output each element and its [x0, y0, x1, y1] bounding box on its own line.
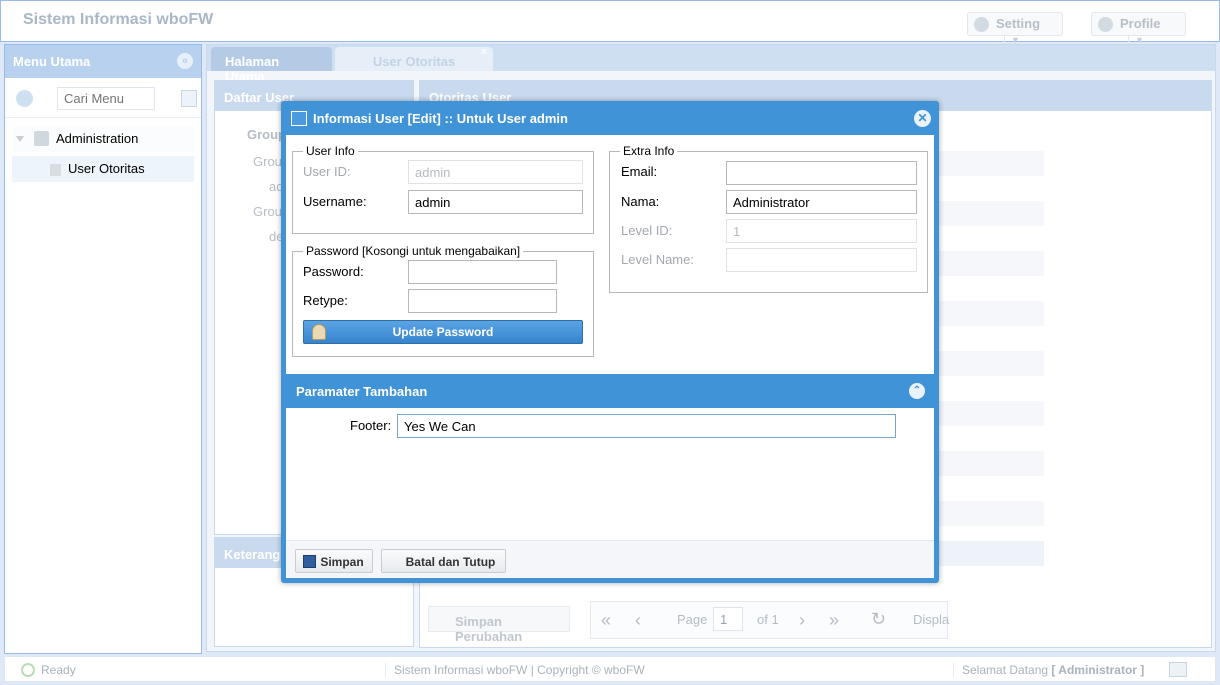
status-ready: Ready [41, 663, 76, 677]
tree-group-item[interactable]: Grou [253, 204, 282, 219]
tree-item-label: User Otoritas [68, 161, 145, 176]
last-page-icon[interactable]: » [829, 610, 839, 631]
gear-icon [974, 17, 989, 32]
dialog-button-bar: Simpan Batal dan Tutup [286, 540, 934, 578]
user-id-field: admin [408, 160, 583, 184]
username-label: Username: [303, 194, 367, 209]
expand-triangle-icon[interactable] [16, 136, 24, 142]
first-page-icon[interactable]: « [601, 610, 611, 631]
welcome-user: [ Administrator ] [1051, 663, 1145, 677]
edit-user-dialog: Informasi User [Edit] :: Untuk User admi… [281, 101, 939, 583]
username-field[interactable]: admin [408, 190, 583, 214]
collapse-icon[interactable]: « [177, 53, 193, 69]
user-key-icon [312, 324, 326, 340]
welcome-prefix: Selamat Datang [962, 663, 1049, 677]
tab-label: User Otoritas [372, 54, 456, 69]
prev-page-icon[interactable]: ‹ [635, 610, 641, 631]
status-bar: Ready Sistem Informasi wboFW | Copyright… [4, 656, 1216, 682]
tab-bar: Halaman Utama User Otoritas × [207, 45, 1215, 84]
fieldset-legend: User Info [306, 144, 355, 158]
retype-password-field[interactable] [408, 289, 557, 313]
copyright-text: Sistem Informasi wboFW | Copyright © wbo… [385, 663, 645, 677]
menu-toolbar [5, 78, 201, 118]
welcome-text: Selamat Datang [ Administrator ] [953, 663, 1144, 677]
check-icon [21, 663, 35, 677]
dialog-header: Informasi User [Edit] :: Untuk User admi… [281, 101, 939, 135]
footer-label: Footer: [350, 418, 392, 433]
fieldset-legend: Extra Info [623, 144, 675, 158]
tree-item-label: Administration [56, 131, 139, 146]
profile-label: Profile [1120, 16, 1161, 31]
save-button[interactable]: Simpan [295, 549, 373, 573]
close-icon[interactable]: ✕ [914, 110, 931, 127]
cancel-close-button[interactable]: Batal dan Tutup [381, 549, 506, 573]
user-info-fieldset: User Info [292, 144, 594, 234]
level-id-label: Level ID: [621, 223, 673, 238]
tab-halaman-utama[interactable]: Halaman Utama [211, 47, 332, 84]
password-label: Password: [303, 264, 364, 279]
level-name-label: Level Name: [621, 252, 694, 267]
collapse-up-icon[interactable]: ⌃ [909, 383, 925, 399]
expand-all-icon[interactable] [181, 90, 197, 107]
button-label: Simpan [320, 555, 364, 569]
floppy-disk-icon [303, 555, 316, 568]
level-name-field [726, 248, 917, 272]
fieldset-legend: Password [Kosongi untuk mengabaikan] [306, 244, 521, 258]
paging-bar: « ‹ Page 1 of 1 › » ↻ Displa [590, 601, 950, 639]
user-id-label: User ID: [303, 164, 351, 179]
footer-field[interactable]: Yes We Can [397, 414, 896, 438]
setting-button[interactable]: Setting ▼ [967, 12, 1063, 45]
dialog-title: Informasi User [Edit] :: Untuk User admi… [313, 111, 568, 126]
refresh-icon[interactable]: ↻ [871, 609, 886, 630]
display-info: Displa [913, 612, 950, 627]
nama-label: Nama: [621, 194, 660, 209]
search-menu-input[interactable] [57, 87, 155, 110]
app-title: Sistem Informasi wboFW [23, 11, 214, 28]
nama-field[interactable]: Administrator [726, 190, 917, 214]
folder-icon [34, 131, 49, 146]
save-changes-button[interactable]: Simpan Perubahan [428, 606, 570, 644]
refresh-icon[interactable] [16, 90, 33, 107]
email-field[interactable] [726, 161, 917, 185]
update-password-button[interactable]: Update Password [303, 320, 583, 344]
tab-user-otoritas[interactable]: User Otoritas × [335, 47, 493, 71]
close-tab-icon[interactable]: × [481, 47, 487, 58]
page-icon [50, 164, 61, 176]
window-icon [291, 111, 307, 126]
menu-panel-header: Menu Utama « [5, 45, 201, 78]
dialog-body: User Info User ID: admin Username: admin… [286, 135, 934, 578]
email-label: Email: [621, 164, 658, 179]
tree-item-user-otoritas[interactable]: User Otoritas [12, 156, 194, 182]
paramater-tambahan-header[interactable]: Paramater Tambahan ⌃ [286, 374, 934, 408]
tree-item-administration[interactable]: Administration [12, 126, 194, 152]
password-field[interactable] [408, 260, 557, 284]
user-icon [1098, 17, 1113, 32]
button-label: Update Password [392, 325, 494, 339]
pager-toolbar: Simpan Perubahan « ‹ Page 1 of 1 › » ↻ D… [428, 601, 958, 644]
menu-panel-title: Menu Utama [13, 54, 91, 69]
level-id-field: 1 [726, 219, 917, 243]
tree-group-item[interactable]: Grou [253, 154, 282, 169]
profile-button[interactable]: Profile ▼ [1091, 12, 1186, 45]
retype-label: Retype: [303, 293, 348, 308]
setting-label: Setting [996, 16, 1041, 31]
page-input[interactable]: 1 [713, 607, 743, 631]
page-count: of 1 [757, 612, 779, 627]
app-header: Sistem Informasi wboFW Setting ▼ Profile… [0, 0, 1220, 45]
page-label: Page [677, 612, 708, 627]
next-page-icon[interactable]: › [799, 610, 805, 631]
network-icon [1169, 662, 1187, 677]
section-title: Paramater Tambahan [296, 384, 428, 399]
